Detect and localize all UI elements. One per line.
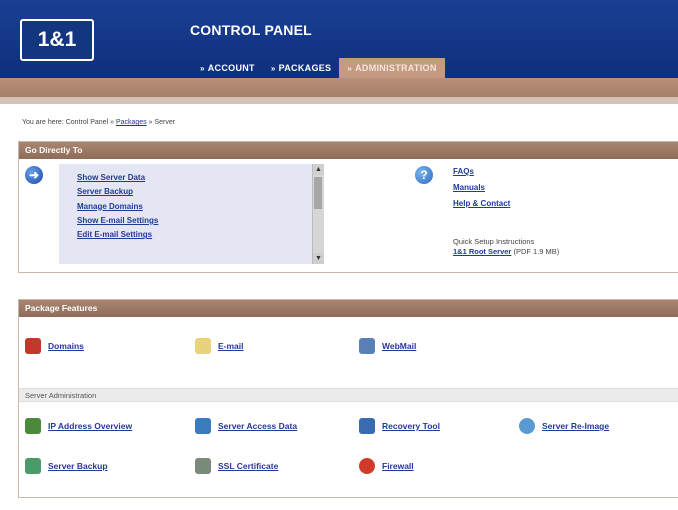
quick-links-scrollbar[interactable]: ▲ ▼ xyxy=(312,164,324,264)
ip-address-icon xyxy=(25,418,41,434)
server-access-icon xyxy=(195,418,211,434)
control-panel-title: CONTROL PANEL xyxy=(190,22,312,38)
go-directly-title: Go Directly To xyxy=(19,142,678,159)
quick-links-list[interactable]: Show Server Data Server Backup Manage Do… xyxy=(59,164,313,264)
feature-domains-label[interactable]: Domains xyxy=(48,341,84,351)
admin-server-backup[interactable]: Server Backup xyxy=(25,458,108,474)
server-reimage-icon xyxy=(519,418,535,434)
link-show-server-data[interactable]: Show Server Data xyxy=(77,171,313,185)
breadcrumb-current: Server xyxy=(154,119,176,126)
tab-administration[interactable]: » ADMINISTRATION xyxy=(339,58,445,78)
admin-recovery-tool[interactable]: Recovery Tool xyxy=(359,418,440,434)
go-directly-panel: Go Directly To ➜ Show Server Data Server… xyxy=(18,141,678,273)
link-manage-domains[interactable]: Manage Domains xyxy=(77,200,313,214)
top-header: 1&1 CONTROL PANEL » ACCOUNT » PACKAGES » AD… xyxy=(0,0,678,78)
feature-email[interactable]: E-mail xyxy=(195,338,244,354)
server-backup-icon xyxy=(25,458,41,474)
admin-ssl-certificate[interactable]: SSL Certificate xyxy=(195,458,278,474)
feature-webmail[interactable]: WebMail xyxy=(359,338,416,354)
admin-recovery-tool-label[interactable]: Recovery Tool xyxy=(382,421,440,431)
tab-bullet: » xyxy=(270,64,276,73)
link-manuals[interactable]: Manuals xyxy=(453,180,510,196)
admin-ip-address-overview[interactable]: IP Address Overview xyxy=(25,418,132,434)
quick-setup-link[interactable]: 1&1 Root Server xyxy=(453,247,511,256)
link-server-backup[interactable]: Server Backup xyxy=(77,185,313,199)
package-features-panel: Package Features Domains E-mail WebMail … xyxy=(18,299,678,498)
scroll-down-icon[interactable]: ▼ xyxy=(313,253,324,264)
link-faqs[interactable]: FAQs xyxy=(453,164,510,180)
admin-ip-address-overview-label[interactable]: IP Address Overview xyxy=(48,421,132,431)
quick-setup-label: Quick Setup Instructions xyxy=(453,237,535,246)
admin-server-access-data[interactable]: Server Access Data xyxy=(195,418,297,434)
link-help-contact[interactable]: Help & Contact xyxy=(453,196,510,212)
tab-account-label: ACCOUNT xyxy=(207,63,255,73)
feature-webmail-label[interactable]: WebMail xyxy=(382,341,416,351)
firewall-icon xyxy=(359,458,375,474)
tab-administration-label: ADMINISTRATION xyxy=(355,63,437,73)
tab-bullet: » xyxy=(200,64,205,73)
link-edit-email-settings[interactable]: Edit E-mail Settings xyxy=(77,228,313,242)
breadcrumb-prefix: You are here: Control Panel » xyxy=(22,119,114,126)
email-icon xyxy=(195,338,211,354)
quick-setup-info: Quick Setup Instructions 1&1 Root Server… xyxy=(453,237,559,257)
recovery-tool-icon xyxy=(359,418,375,434)
sub-nav-bar xyxy=(0,78,678,97)
arrow-right-icon: ➜ xyxy=(25,166,43,184)
admin-server-reimage-label[interactable]: Server Re-Image xyxy=(542,421,609,431)
ssl-certificate-icon xyxy=(195,458,211,474)
tab-account[interactable]: » ACCOUNT xyxy=(192,58,263,78)
tab-bullet: » xyxy=(347,64,353,73)
admin-server-access-data-label[interactable]: Server Access Data xyxy=(218,421,297,431)
breadcrumb-packages-link[interactable]: Packages xyxy=(116,119,147,126)
main-tabs: » ACCOUNT » PACKAGES » ADMINISTRATION xyxy=(192,58,445,78)
tab-packages[interactable]: » PACKAGES xyxy=(263,58,340,78)
help-links: FAQs Manuals Help & Contact xyxy=(453,164,510,212)
admin-server-backup-label[interactable]: Server Backup xyxy=(48,461,108,471)
admin-firewall[interactable]: Firewall xyxy=(359,458,414,474)
scroll-up-icon[interactable]: ▲ xyxy=(313,164,324,175)
breadcrumb: You are here: Control Panel » Packages »… xyxy=(22,119,175,126)
domains-icon xyxy=(25,338,41,354)
server-admin-subheading: Server Administration xyxy=(19,388,678,402)
sub-nav-divider xyxy=(0,97,678,104)
feature-domains[interactable]: Domains xyxy=(25,338,84,354)
help-question-icon: ? xyxy=(415,166,433,184)
link-show-email-settings[interactable]: Show E-mail Settings xyxy=(77,214,313,228)
webmail-icon xyxy=(359,338,375,354)
admin-server-reimage[interactable]: Server Re-Image xyxy=(519,418,609,434)
brand-logo[interactable]: 1&1 xyxy=(20,19,94,61)
scroll-thumb[interactable] xyxy=(314,177,322,209)
admin-firewall-label[interactable]: Firewall xyxy=(382,461,414,471)
breadcrumb-separator: » xyxy=(148,119,153,126)
tab-packages-label: PACKAGES xyxy=(278,63,332,73)
quick-setup-size: (PDF 1.9 MB) xyxy=(513,247,560,256)
feature-email-label[interactable]: E-mail xyxy=(218,341,244,351)
package-features-title: Package Features xyxy=(19,300,678,317)
admin-ssl-certificate-label[interactable]: SSL Certificate xyxy=(218,461,278,471)
